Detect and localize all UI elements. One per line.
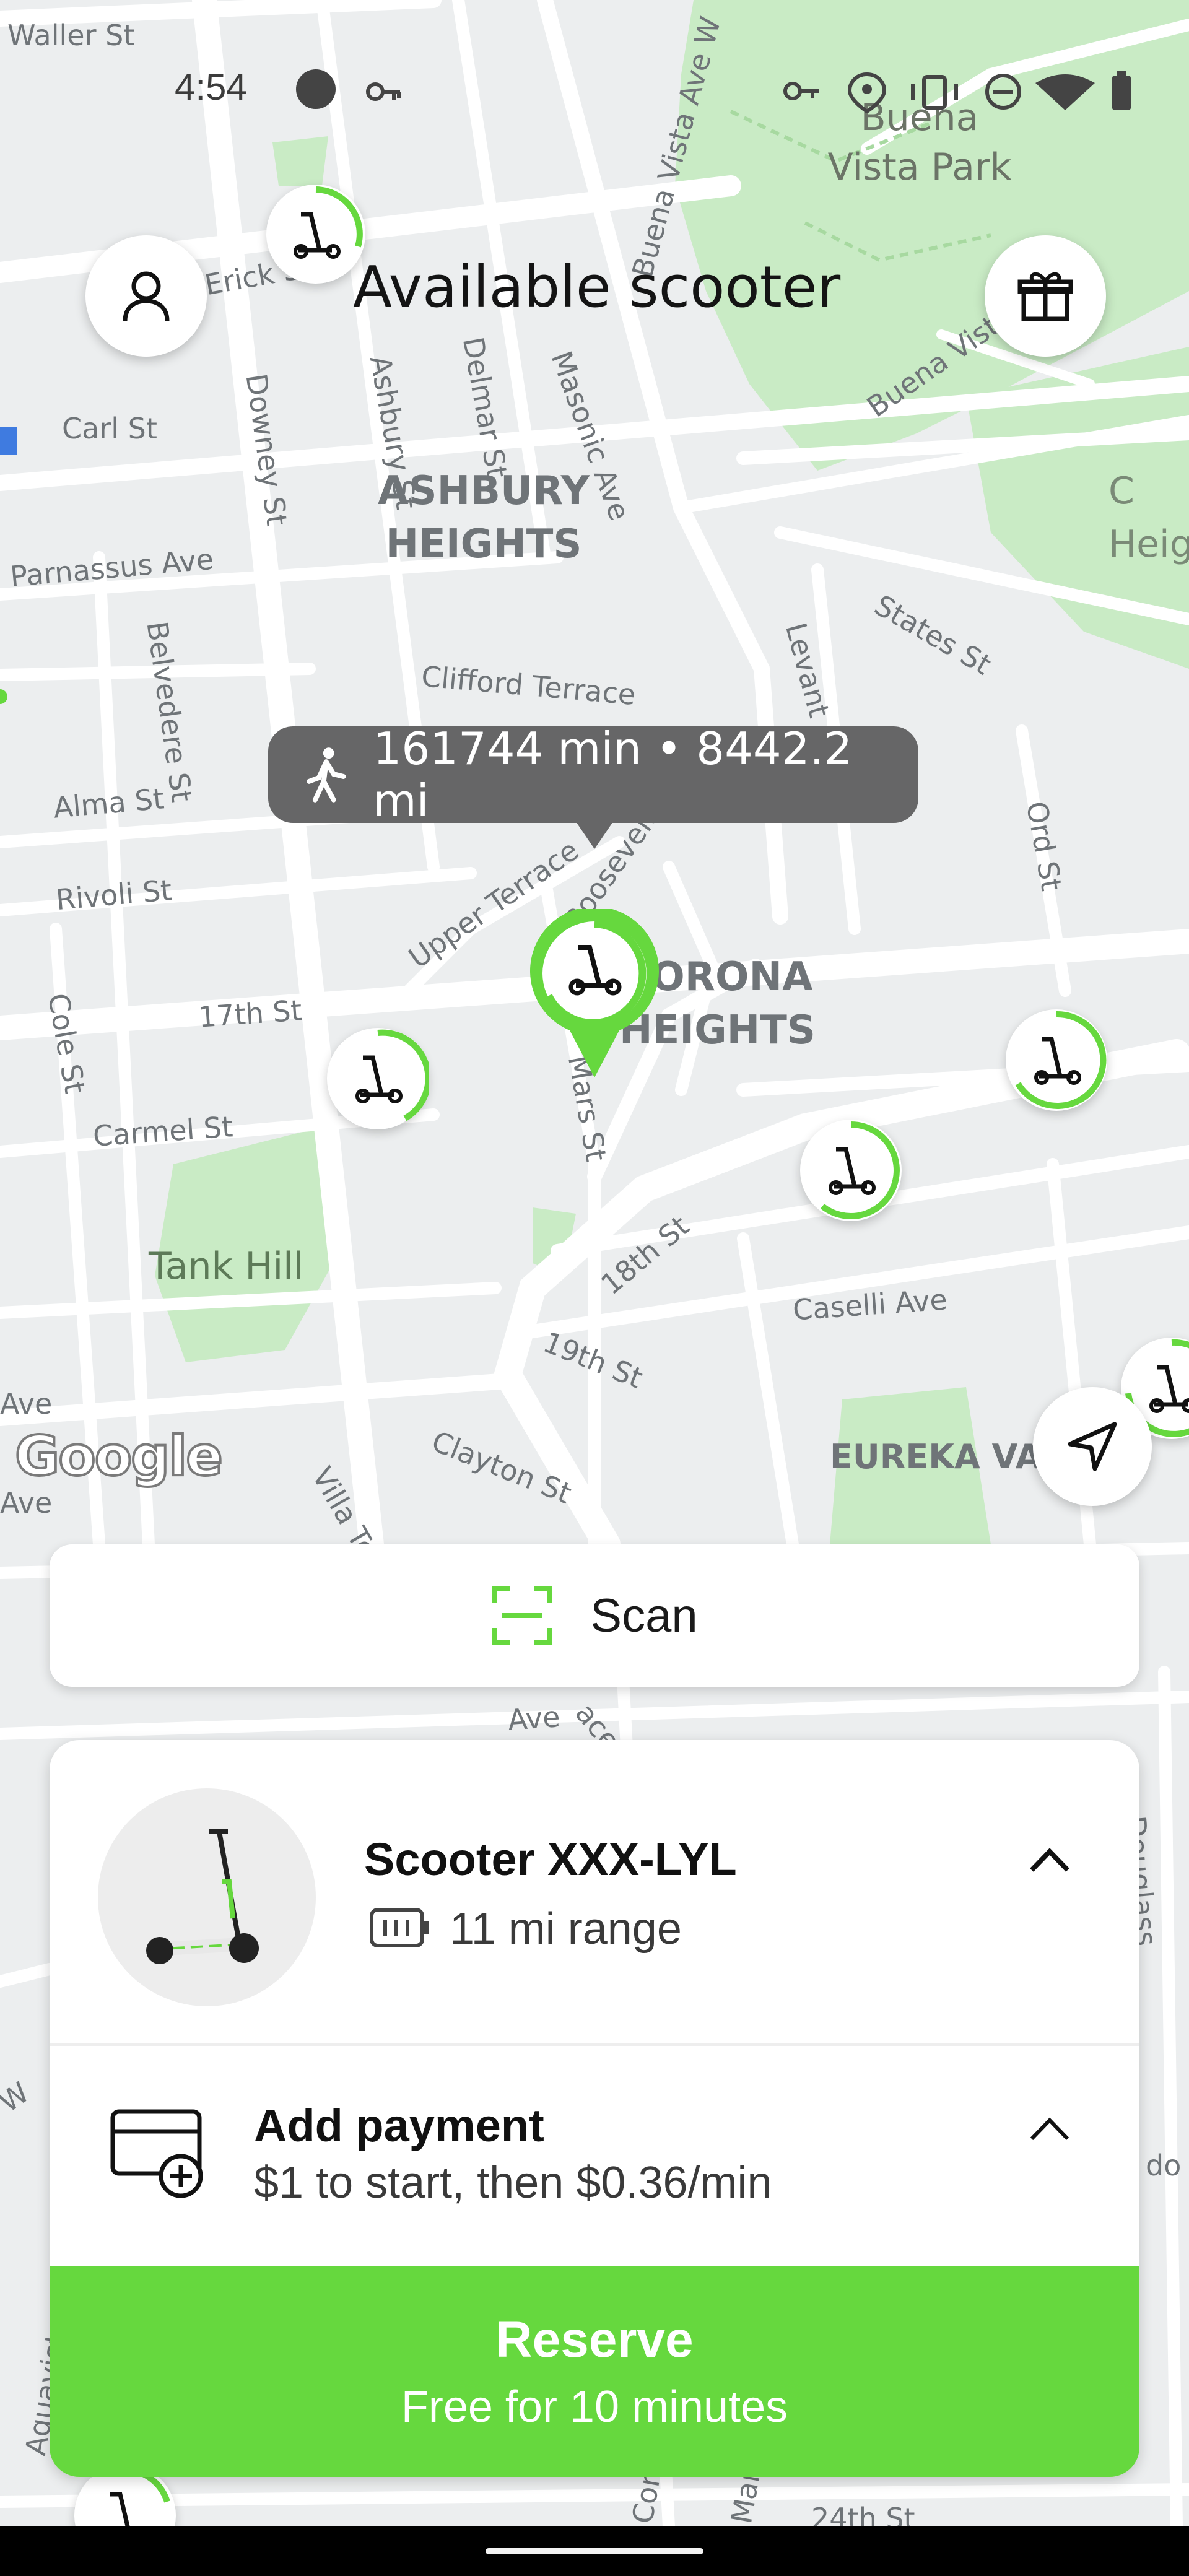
- street-label: Ave: [0, 1387, 53, 1421]
- payment-title: Add payment: [254, 2100, 544, 2151]
- neighborhood-label: EUREKA VAL: [830, 1437, 1063, 1476]
- card-add-icon: [109, 2108, 208, 2204]
- sheet-divider: [50, 2043, 1139, 2046]
- profile-button[interactable]: [85, 235, 207, 357]
- street-label: Waller St: [7, 19, 135, 52]
- battery-icon: [369, 1906, 431, 1952]
- park-label: Tank Hill: [149, 1245, 304, 1288]
- status-app-icon: [296, 69, 336, 109]
- scooter-marker[interactable]: [1006, 1009, 1107, 1111]
- reserve-button[interactable]: Reserve Free for 10 minutes: [50, 2266, 1139, 2477]
- scooter-marker[interactable]: [266, 185, 365, 284]
- street-label: Carl St: [62, 412, 157, 445]
- recenter-location-button[interactable]: [1033, 1387, 1152, 1506]
- selected-scooter-pin[interactable]: [526, 907, 663, 1082]
- scan-button[interactable]: Scan: [50, 1544, 1139, 1687]
- google-logo: Google: [14, 1423, 224, 1489]
- walk-distance-text: 161744 min • 8442.2 mi: [373, 723, 853, 827]
- vpn-key-icon: [365, 73, 403, 116]
- status-icons: [780, 69, 1139, 121]
- reserve-subtitle: Free for 10 minutes: [401, 2382, 788, 2432]
- scan-frame-icon: [492, 1586, 552, 1645]
- gift-icon: [1017, 272, 1073, 321]
- street-label: Ave: [0, 1486, 53, 1520]
- scan-label: Scan: [590, 1589, 698, 1642]
- street-label: 24th St: [811, 2502, 915, 2526]
- gift-button[interactable]: [985, 235, 1106, 357]
- person-icon: [123, 271, 170, 321]
- home-gesture-handle[interactable]: [486, 2548, 703, 2554]
- tooltip-arrow: [576, 822, 613, 849]
- street-label: do S: [1146, 2149, 1189, 2182]
- walking-person-icon: [306, 747, 346, 803]
- scooter-image: [98, 1788, 316, 2006]
- neighborhood-label: C Heig: [1108, 469, 1189, 566]
- page-title: Available scooter: [353, 254, 841, 320]
- vehicle-range: 11 mi range: [450, 1904, 682, 1954]
- street-label: Ave: [507, 1700, 562, 1737]
- walk-distance-tooltip: 161744 min • 8442.2 mi: [268, 723, 918, 827]
- reserve-label: Reserve: [495, 2312, 694, 2368]
- scooter-marker[interactable]: [327, 1028, 429, 1129]
- neighborhood-label: ASHBURY HEIGHTS: [378, 468, 590, 567]
- scooter-marker[interactable]: [800, 1120, 902, 1221]
- vehicle-bottom-sheet: Scooter XXX-LYL 11 mi range Add payment …: [50, 1740, 1139, 2477]
- navigation-arrow-icon: [1068, 1422, 1117, 1471]
- status-time: 4:54: [175, 66, 247, 108]
- chevron-up-icon[interactable]: [1028, 1845, 1071, 1877]
- vehicle-name: Scooter XXX-LYL: [364, 1834, 737, 1885]
- payment-chevron-up-icon[interactable]: [1028, 2114, 1071, 2146]
- payment-price: $1 to start, then $0.36/min: [254, 2158, 772, 2208]
